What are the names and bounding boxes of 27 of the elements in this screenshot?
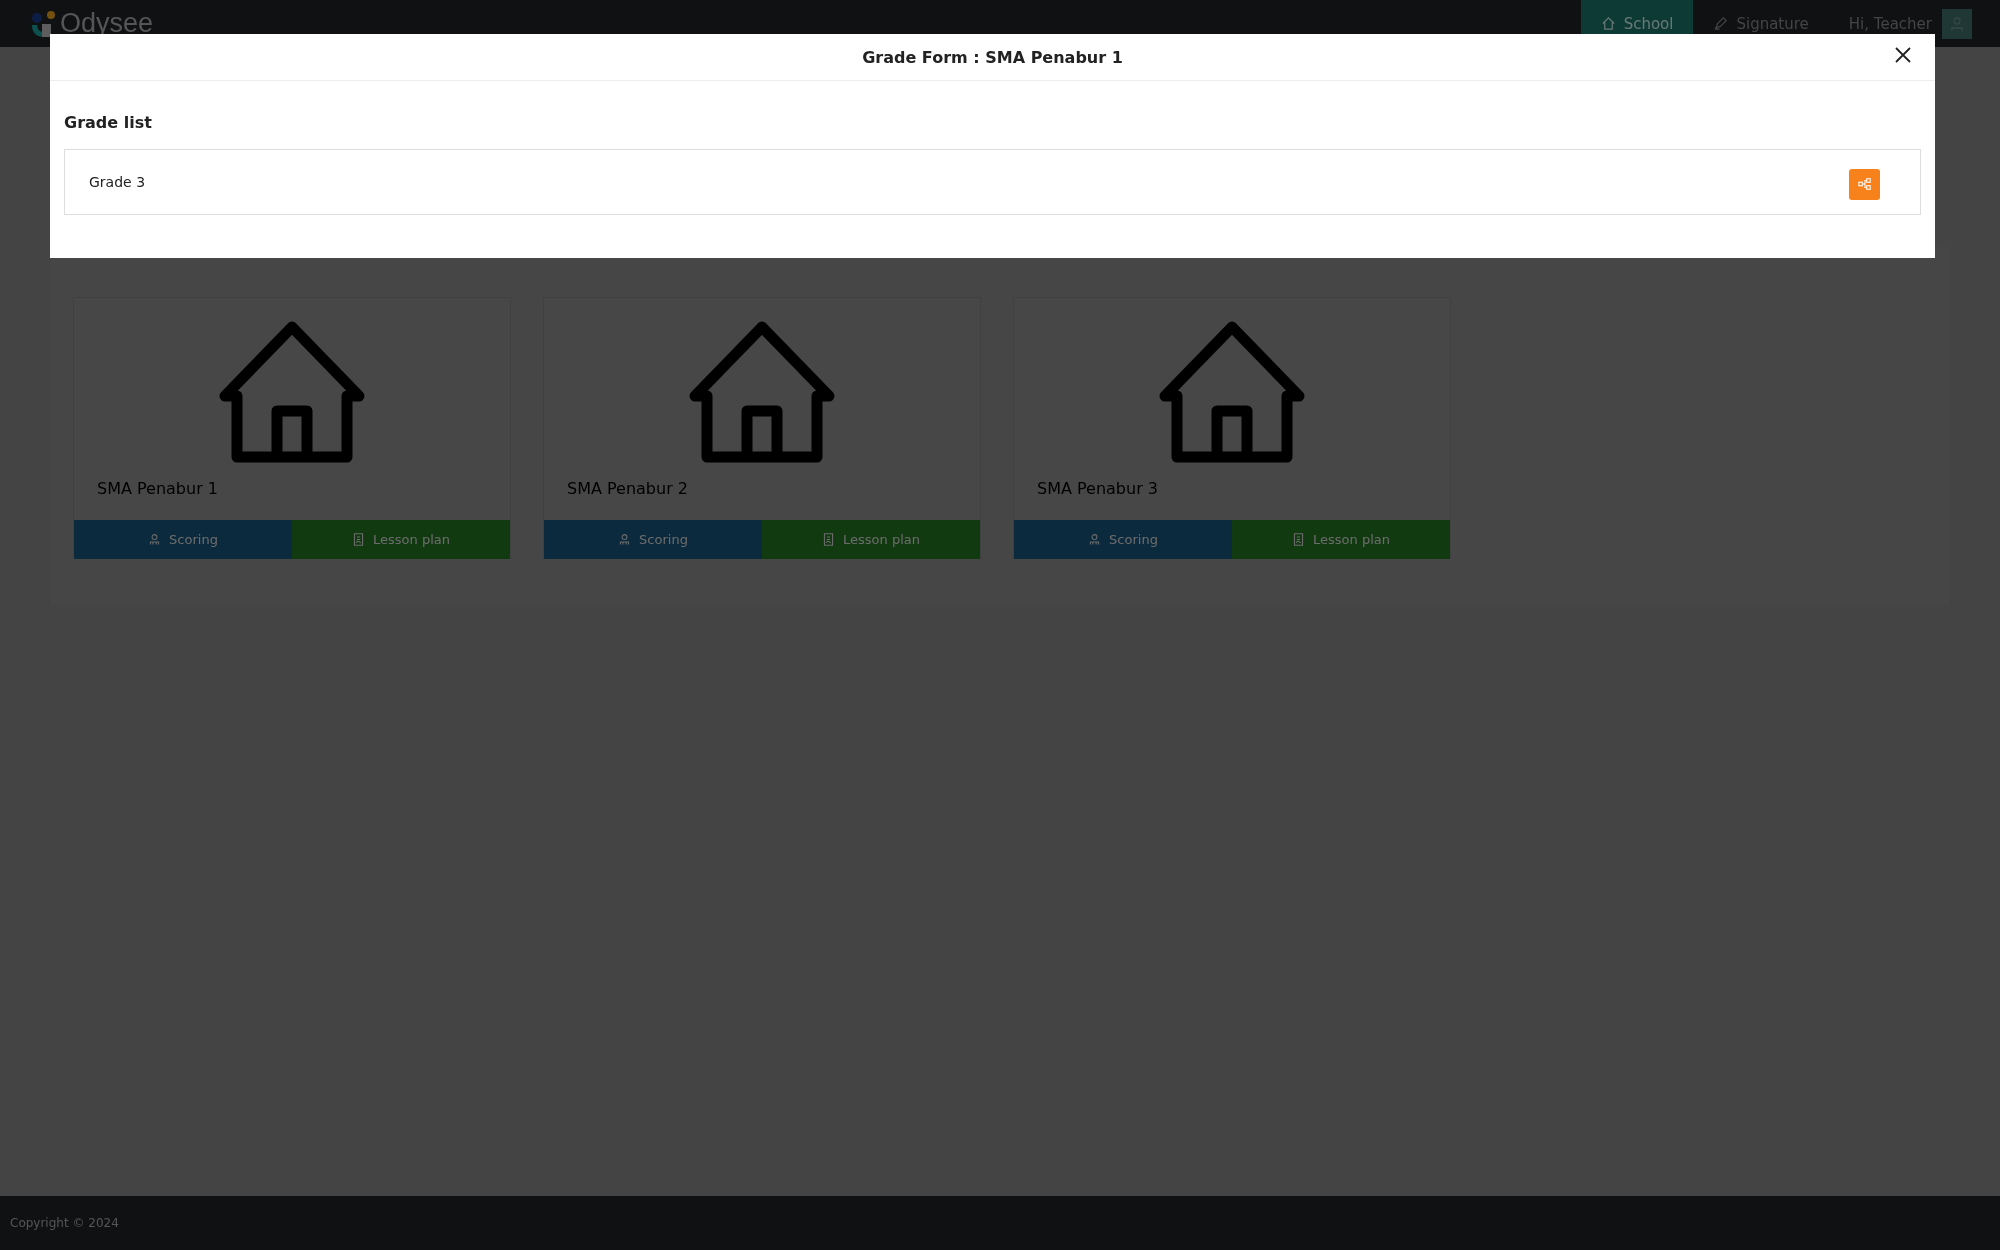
- dialog-title: Grade Form : SMA Penabur 1: [862, 47, 1123, 67]
- house-icon: [687, 321, 837, 463]
- document-icon: [352, 533, 365, 546]
- hierarchy-button[interactable]: [1849, 168, 1880, 200]
- school-name: SMA Penabur 1: [96, 478, 219, 500]
- scoring-button[interactable]: Scoring: [1014, 520, 1232, 559]
- people-icon: [148, 533, 162, 546]
- scoring-button[interactable]: Scoring: [74, 520, 292, 559]
- document-icon: [1292, 533, 1305, 546]
- section-heading: Grade list: [64, 113, 153, 132]
- house-icon: [217, 321, 367, 463]
- pen-icon: [1713, 16, 1729, 31]
- copyright-text: Copyright © 2024: [10, 1216, 119, 1230]
- document-icon: [822, 533, 835, 546]
- people-icon: [1088, 533, 1102, 546]
- scoring-button[interactable]: Scoring: [544, 520, 762, 559]
- grade-label: Grade 3: [89, 174, 146, 190]
- school-name: SMA Penabur 2: [566, 478, 689, 500]
- home-icon: [1600, 16, 1616, 31]
- user-avatar-button[interactable]: [1942, 8, 1972, 39]
- hierarchy-icon: [1857, 177, 1872, 191]
- lesson-plan-button[interactable]: Lesson plan: [1232, 520, 1450, 559]
- lesson-plan-button[interactable]: Lesson plan: [292, 520, 510, 559]
- people-icon: [618, 533, 632, 546]
- lesson-plan-button[interactable]: Lesson plan: [762, 520, 980, 559]
- school-name: SMA Penabur 3: [1036, 478, 1159, 500]
- house-icon: [1157, 321, 1307, 463]
